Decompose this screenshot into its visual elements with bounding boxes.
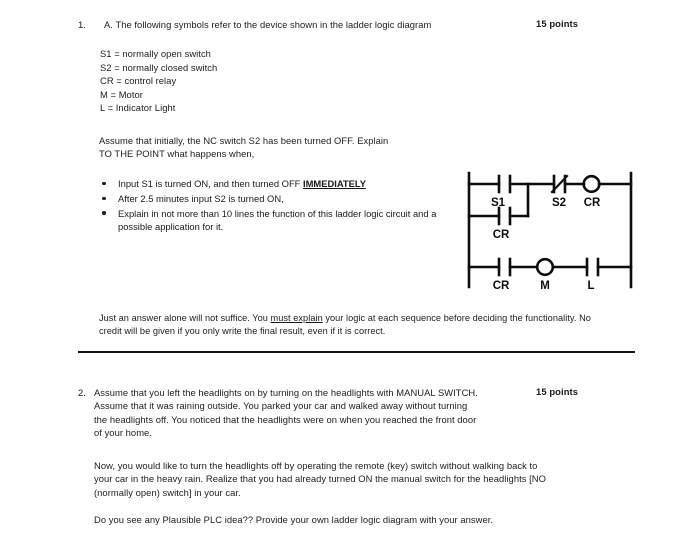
paragraph-line: the headlights off. You noticed that the…	[94, 413, 477, 425]
paragraph-line: Assume that you left the headlights on b…	[94, 387, 478, 398]
section-divider	[78, 351, 635, 353]
bullet-text: Explain in not more than 10 lines the fu…	[118, 207, 437, 233]
legend-item: M = Motor	[100, 88, 143, 100]
paragraph-line: of your home.	[94, 426, 152, 438]
question-2-number: 2.	[78, 387, 86, 398]
symbol-legend: S1 = normally open switch S2 = normally …	[100, 47, 217, 115]
paragraph-line: your car in the heavy rain. Realize that…	[94, 473, 546, 485]
question-2-paragraph-3: Do you see any Plausible PLC idea?? Prov…	[94, 513, 614, 526]
ladder-diagram-svg: S1 S2 CR CR CR M L	[467, 171, 633, 290]
bullet-text: After 2.5 minutes input S2 is turned ON,	[118, 192, 284, 204]
cr-coil-circle	[582, 174, 601, 194]
label-l: L	[587, 280, 594, 290]
question-1-points-badge: 15 points	[536, 18, 579, 29]
bullet-text: Input S1 is turned ON, and then turned O…	[118, 178, 303, 189]
legend-item: S2 = normally closed switch	[100, 61, 218, 73]
paragraph-line: (normally open) switch] in your car.	[94, 486, 241, 498]
legend-item: CR = control relay	[100, 75, 177, 87]
label-s2: S2	[552, 197, 566, 209]
legend-item: S1 = normally open switch	[100, 48, 211, 59]
question-2-header: 2. Assume that you left the headlights o…	[78, 386, 528, 439]
list-item: Explain in not more than 10 lines the fu…	[99, 207, 469, 234]
paragraph-line: Assume that it was raining outside. You …	[94, 400, 468, 412]
note-emphasis: must explain	[270, 313, 323, 323]
assumption-line-1: Assume that initially, the NC switch S2 …	[99, 135, 389, 146]
grading-note-text: Just an answer alone will not suffice. Y…	[99, 312, 609, 338]
assumption-block: Assume that initially, the NC switch S2 …	[99, 134, 479, 161]
question-2-paragraph-2: Now, you would like to turn the headligh…	[94, 459, 614, 499]
question-1-bullet-list: Input S1 is turned ON, and then turned O…	[99, 177, 469, 235]
m-coil-circle	[535, 257, 555, 277]
bullet-dot-icon	[102, 211, 106, 215]
bullet-dot-icon	[102, 196, 106, 201]
question-1-number: 1.	[78, 19, 86, 30]
list-item: Input S1 is turned ON, and then turned O…	[99, 177, 469, 190]
paragraph-line: Now, you would like to turn the headligh…	[94, 460, 538, 471]
label-branch-cr: CR	[493, 229, 510, 241]
question-2-paragraph-1: Assume that you left the headlights on b…	[94, 386, 528, 439]
paragraph-line: Do you see any Plausible PLC idea?? Prov…	[94, 514, 494, 525]
assumption-line-2: TO THE POINT what happens when,	[99, 148, 255, 160]
label-rung2-cr: CR	[493, 280, 510, 290]
label-s1: S1	[491, 197, 506, 209]
label-m: M	[540, 280, 550, 290]
legend-item: L = Indicator Light	[100, 102, 176, 114]
ladder-logic-diagram: S1 S2 CR CR CR M L	[465, 170, 635, 290]
bullet-dot-icon	[102, 181, 106, 186]
bullet-emphasis: IMMEDIATELY	[303, 178, 367, 189]
question-2-points-badge: 15 points	[536, 386, 579, 397]
list-item: After 2.5 minutes input S2 is turned ON,	[99, 192, 469, 205]
exam-page: 1. A. The following symbols refer to the…	[0, 0, 700, 535]
note-part-1: Just an answer alone will not suffice. Y…	[99, 313, 271, 323]
label-cr-coil: CR	[584, 197, 601, 209]
grading-note: Just an answer alone will not suffice. Y…	[99, 312, 609, 338]
